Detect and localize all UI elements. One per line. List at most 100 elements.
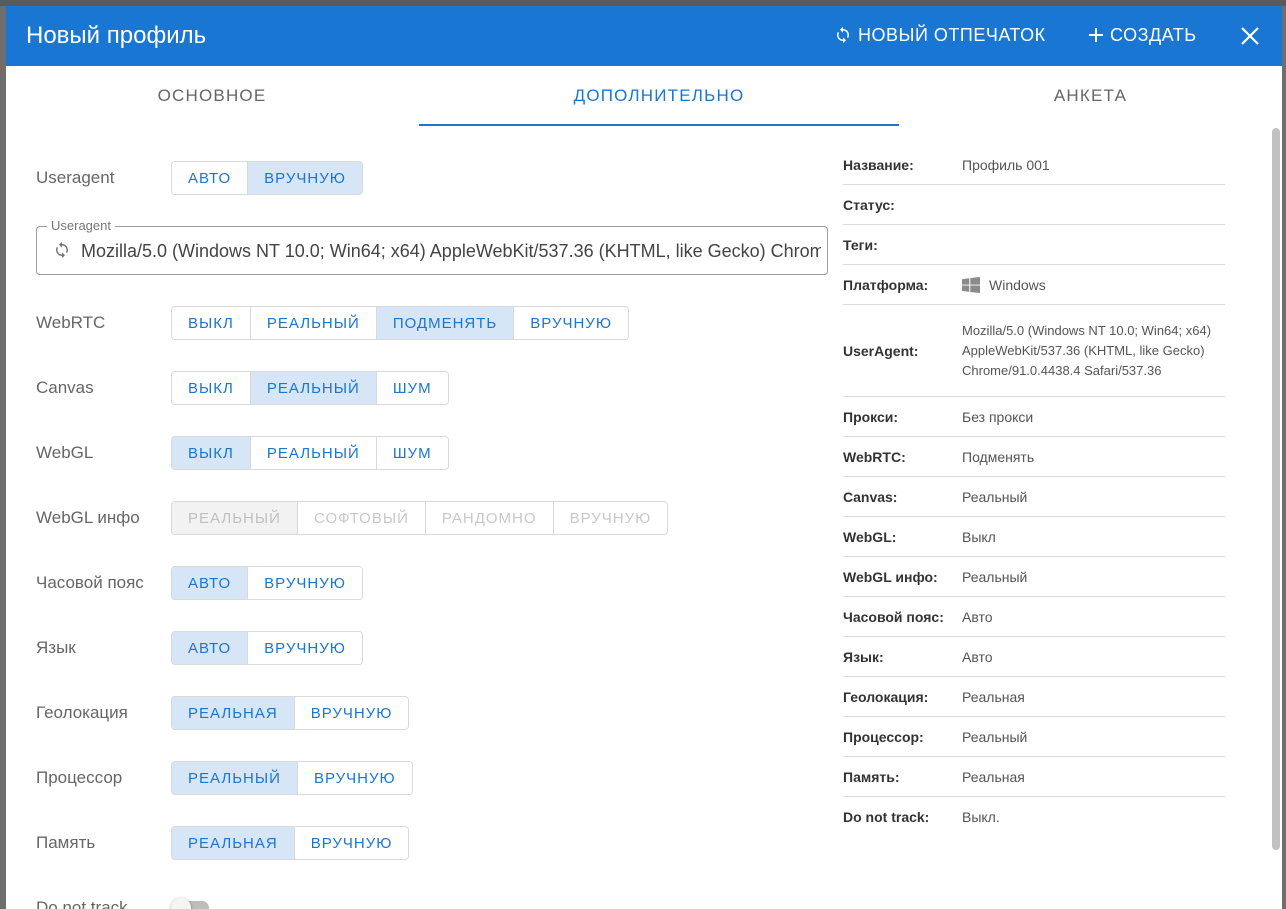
summary-value: Профиль 001: [962, 156, 1050, 173]
summary-row-webrtc: WebRTC: Подменять: [843, 437, 1225, 477]
useragent-segmented: АВТО ВРУЧНУЮ: [171, 161, 363, 195]
summary-row-geolocation: Геолокация: Реальная: [843, 677, 1225, 717]
summary-value: Реальная: [962, 768, 1025, 785]
summary-value: Подменять: [962, 448, 1035, 465]
memory-option-real[interactable]: РЕАЛЬНАЯ: [172, 827, 295, 859]
summary-key: Do not track:: [843, 809, 930, 825]
canvas-option-real[interactable]: РЕАЛЬНЫЙ: [250, 372, 377, 404]
webrtc-option-manual[interactable]: ВРУЧНУЮ: [514, 307, 628, 339]
webgl-option-off[interactable]: ВЫКЛ: [172, 437, 251, 469]
useragent-label: Useragent: [36, 168, 115, 187]
useragent-input[interactable]: [81, 239, 821, 263]
scrollbar-thumb[interactable]: [1272, 128, 1280, 850]
summary-row-name: Название: Профиль 001: [843, 145, 1225, 185]
webrtc-label: WebRTC: [36, 313, 106, 332]
summary-row-memory: Память: Реальная: [843, 757, 1225, 797]
webgl-info-option-real: РЕАЛЬНЫЙ: [172, 502, 298, 534]
summary-key: Теги:: [843, 236, 878, 253]
summary-value: Реальный: [962, 568, 1028, 585]
create-button[interactable]: СОЗДАТЬ: [1088, 22, 1197, 48]
webgl-info-label: WebGL инфо: [36, 508, 140, 527]
summary-key: WebRTC:: [843, 448, 906, 465]
new-profile-dialog: Новый профиль НОВЫЙ ОТПЕЧАТОК СОЗДАТЬ ОС…: [6, 6, 1282, 909]
tab-basic[interactable]: ОСНОВНОЕ: [36, 66, 388, 126]
tab-advanced[interactable]: ДОПОЛНИТЕЛЬНО: [419, 66, 899, 126]
timezone-option-manual[interactable]: ВРУЧНУЮ: [248, 567, 362, 599]
summary-key: Название:: [843, 156, 914, 173]
platform-value: Windows: [989, 276, 1046, 293]
summary-value: Выкл.: [962, 809, 1000, 825]
dialog-title: Новый профиль: [26, 22, 207, 49]
geolocation-option-real[interactable]: РЕАЛЬНАЯ: [172, 697, 295, 729]
webrtc-option-off[interactable]: ВЫКЛ: [172, 307, 251, 339]
summary-key: Геолокация:: [843, 688, 929, 705]
summary-row-webgl: WebGL: Выкл: [843, 517, 1225, 557]
useragent-option-auto[interactable]: АВТО: [172, 162, 249, 194]
language-option-manual[interactable]: ВРУЧНУЮ: [248, 632, 362, 664]
webrtc-option-real[interactable]: РЕАЛЬНЫЙ: [250, 307, 377, 339]
summary-row-timezone: Часовой пояс: Авто: [843, 597, 1225, 637]
summary-value: Реальный: [962, 728, 1028, 745]
close-icon[interactable]: [1238, 24, 1262, 48]
summary-value: Авто: [962, 648, 993, 665]
summary-key: WebGL:: [843, 528, 897, 545]
memory-segmented: РЕАЛЬНАЯ ВРУЧНУЮ: [171, 826, 410, 860]
refresh-icon: [834, 26, 852, 44]
windows-icon: [962, 276, 980, 293]
timezone-option-auto[interactable]: АВТО: [172, 567, 249, 599]
geolocation-label: Геолокация: [36, 703, 128, 722]
language-label: Язык: [36, 638, 76, 657]
geolocation-option-manual[interactable]: ВРУЧНУЮ: [294, 697, 409, 729]
summary-value-platform: Windows: [962, 276, 1046, 293]
webgl-option-noise[interactable]: ШУМ: [376, 437, 448, 469]
summary-row-cpu: Процессор: Реальный: [843, 717, 1225, 757]
summary-row-do-not-track: Do not track: Выкл.: [843, 797, 1225, 837]
tab-bar: ОСНОВНОЕ ДОПОЛНИТЕЛЬНО АНКЕТА: [36, 66, 1252, 126]
webrtc-option-spoof[interactable]: ПОДМЕНЯТЬ: [376, 307, 515, 339]
webgl-info-option-random: РАНДОМНО: [425, 502, 554, 534]
tab-questionnaire[interactable]: АНКЕТА: [929, 66, 1252, 126]
do-not-track-label: Do not track: [36, 898, 128, 909]
summary-value: Авто: [962, 608, 993, 625]
memory-option-manual[interactable]: ВРУЧНУЮ: [294, 827, 409, 859]
webgl-info-option-manual: ВРУЧНУЮ: [553, 502, 668, 534]
summary-row-canvas: Canvas: Реальный: [843, 477, 1225, 517]
geolocation-segmented: РЕАЛЬНАЯ ВРУЧНУЮ: [171, 696, 410, 730]
summary-key: Язык:: [843, 648, 884, 665]
webgl-option-real[interactable]: РЕАЛЬНЫЙ: [250, 437, 377, 469]
webgl-info-segmented: РЕАЛЬНЫЙ СОФТОВЫЙ РАНДОМНО ВРУЧНУЮ: [171, 501, 669, 535]
new-fingerprint-label: НОВЫЙ ОТПЕЧАТОК: [858, 24, 1046, 45]
canvas-option-off[interactable]: ВЫКЛ: [172, 372, 251, 404]
cpu-option-real[interactable]: РЕАЛЬНЫЙ: [172, 762, 298, 794]
cpu-option-manual[interactable]: ВРУЧНУЮ: [297, 762, 412, 794]
refresh-icon[interactable]: [53, 241, 73, 261]
dialog-header: Новый профиль НОВЫЙ ОТПЕЧАТОК СОЗДАТЬ: [6, 6, 1282, 66]
active-tab-indicator: [419, 124, 899, 126]
useragent-field-legend: Useragent: [47, 218, 115, 234]
do-not-track-toggle[interactable]: [171, 898, 213, 909]
summary-row-proxy: Прокси: Без прокси: [843, 397, 1225, 437]
summary-key: Процессор:: [843, 728, 924, 745]
canvas-segmented: ВЫКЛ РЕАЛЬНЫЙ ШУМ: [171, 371, 449, 405]
memory-label: Память: [36, 833, 96, 852]
summary-row-status: Статус:: [843, 185, 1225, 225]
useragent-option-manual[interactable]: ВРУЧНУЮ: [248, 162, 362, 194]
canvas-option-noise[interactable]: ШУМ: [376, 372, 448, 404]
summary-value: Выкл: [962, 528, 996, 545]
language-segmented: АВТО ВРУЧНУЮ: [171, 631, 363, 665]
timezone-label: Часовой пояс: [36, 573, 144, 592]
webrtc-segmented: ВЫКЛ РЕАЛЬНЫЙ ПОДМЕНЯТЬ ВРУЧНУЮ: [171, 306, 629, 340]
cpu-label: Процессор: [36, 768, 123, 787]
summary-key: Статус:: [843, 196, 895, 213]
summary-key: UserAgent:: [843, 342, 919, 359]
summary-row-platform: Платформа: Windows: [843, 265, 1225, 305]
summary-value: Без прокси: [962, 408, 1034, 425]
summary-key: Часовой пояс:: [843, 608, 944, 625]
canvas-label: Canvas: [36, 378, 94, 397]
language-option-auto[interactable]: АВТО: [172, 632, 249, 664]
summary-row-language: Язык: Авто: [843, 637, 1225, 677]
profile-summary: Название: Профиль 001 Статус: Теги: Плат…: [843, 145, 1225, 837]
summary-row-useragent: UserAgent: Mozilla/5.0 (Windows NT 10.0;…: [843, 305, 1225, 397]
summary-row-tags: Теги:: [843, 225, 1225, 265]
new-fingerprint-button[interactable]: НОВЫЙ ОТПЕЧАТОК: [834, 22, 1046, 48]
